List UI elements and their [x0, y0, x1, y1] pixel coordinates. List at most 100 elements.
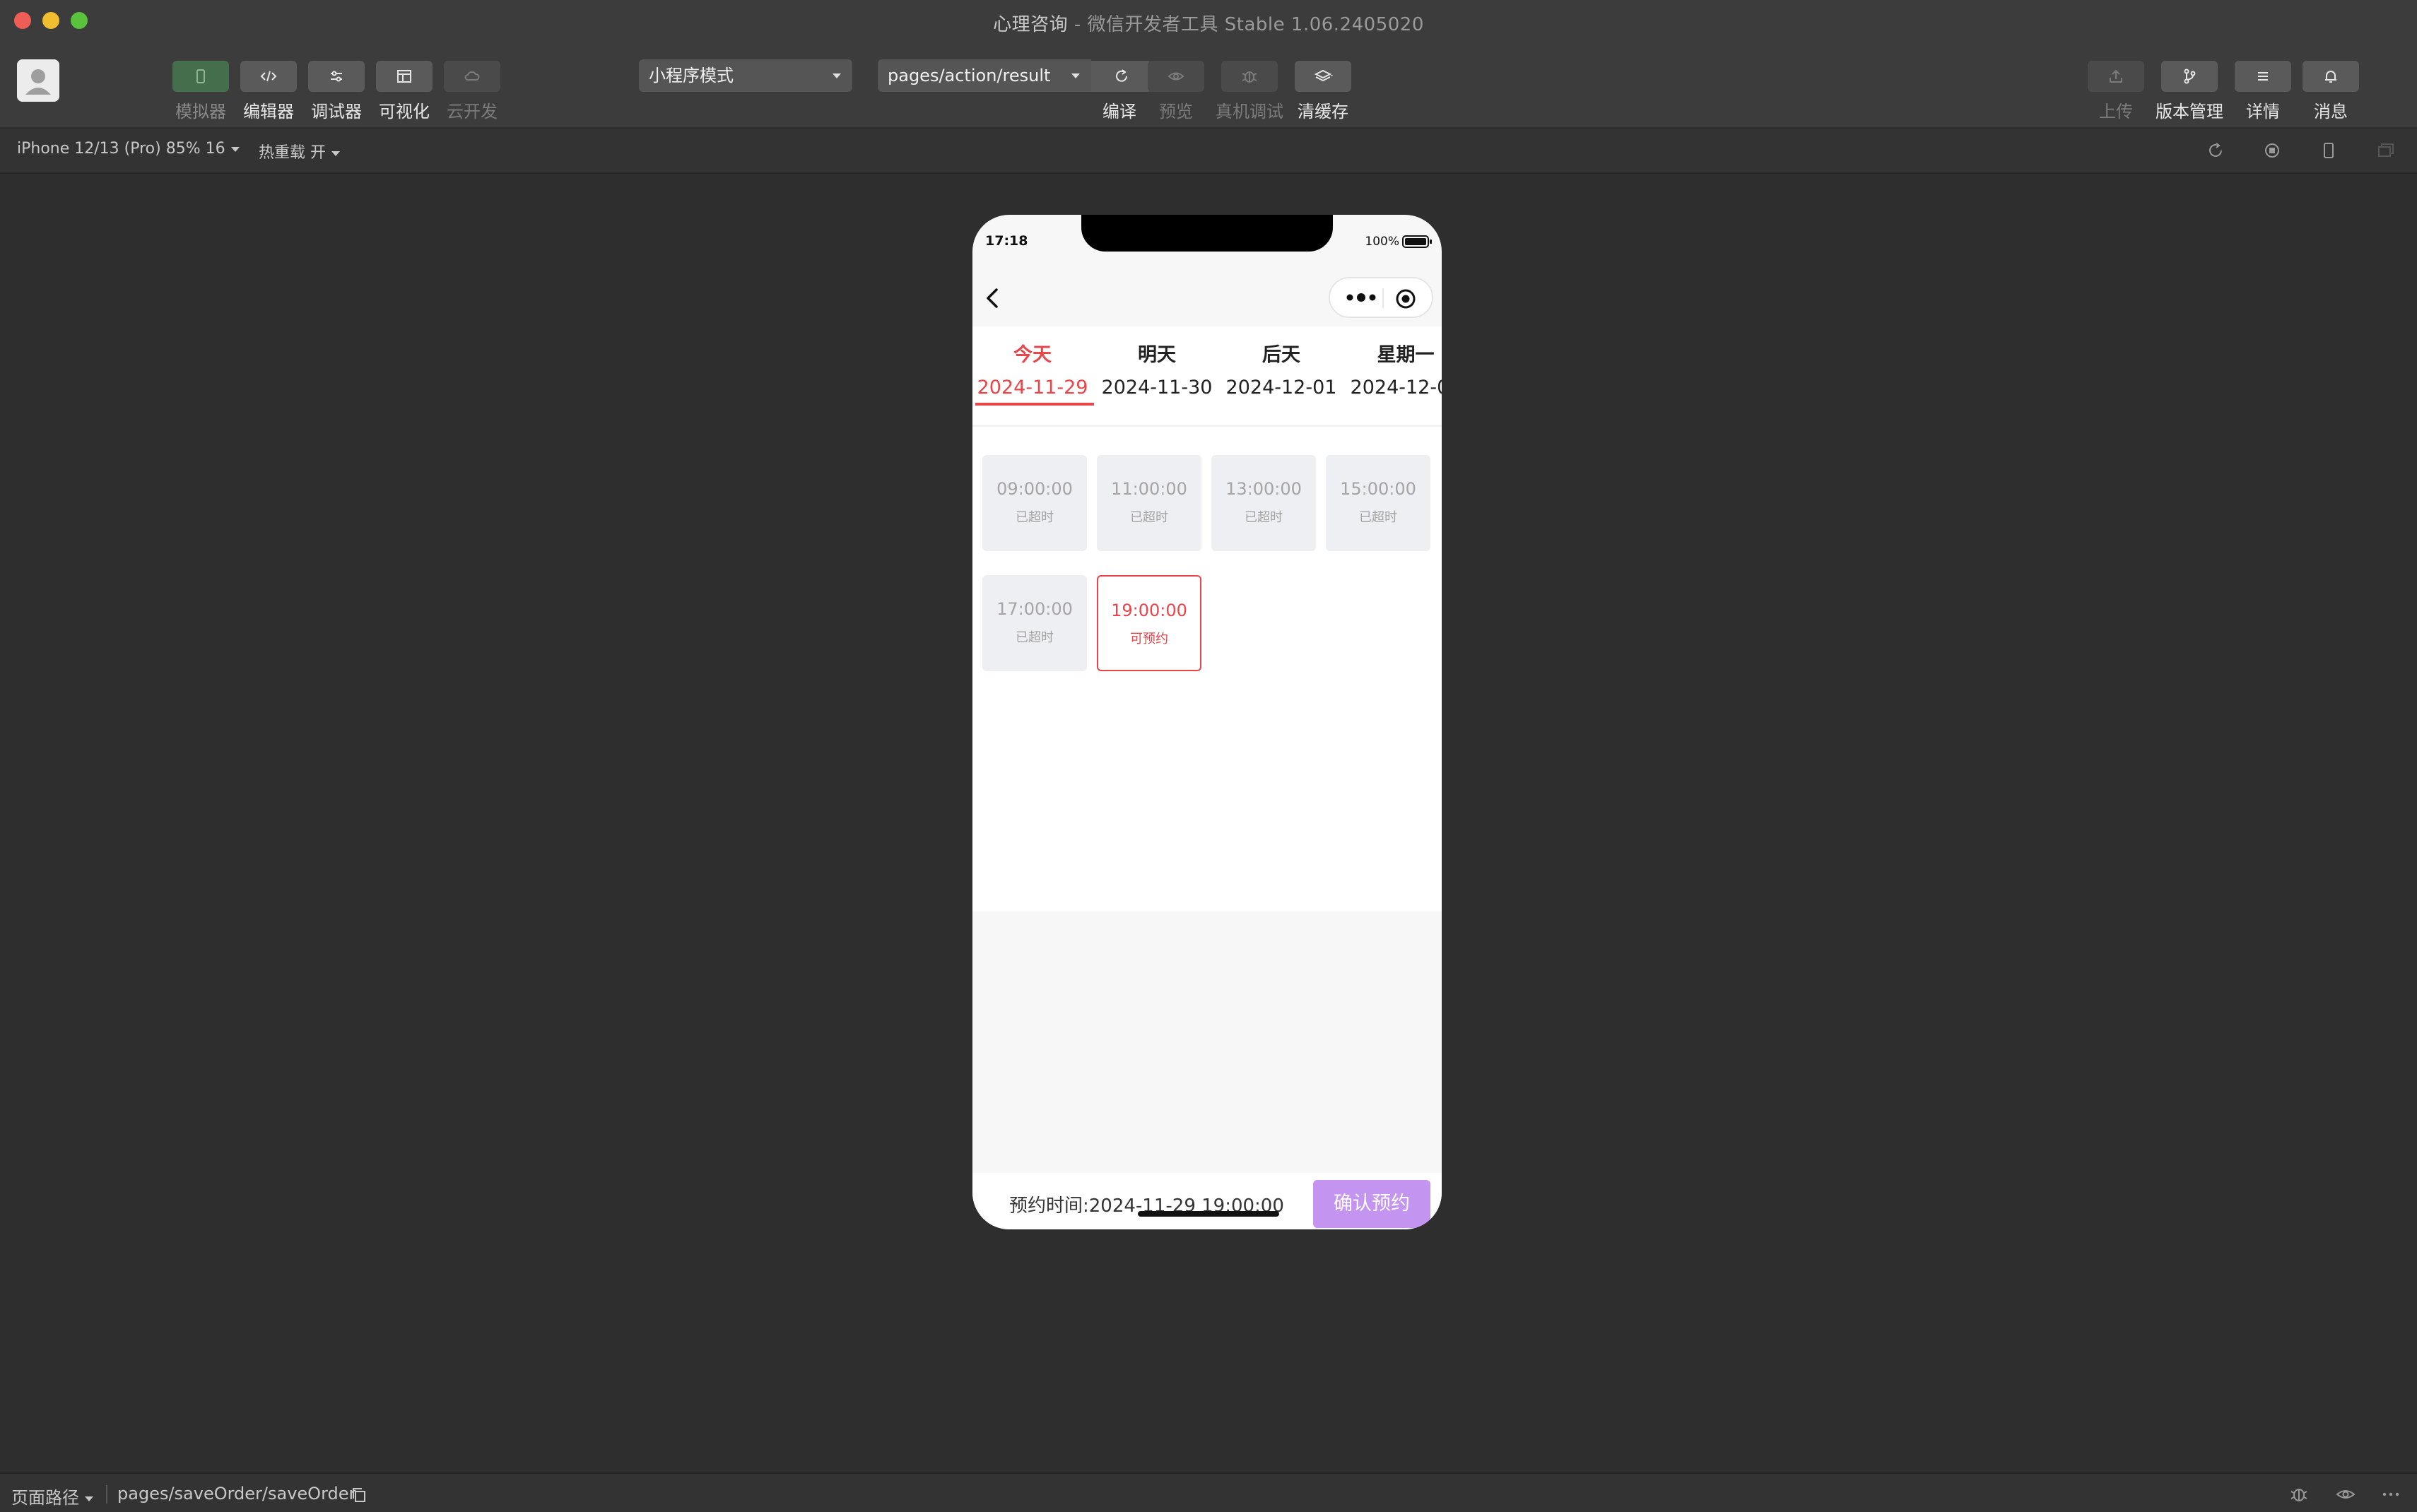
confirm-booking-button[interactable]: 确认预约 [1313, 1180, 1430, 1228]
bottom-statusbar: 页面路径 pages/saveOrder/saveOrder [0, 1472, 2417, 1512]
mode-select[interactable]: 小程序模式 [639, 59, 852, 92]
slot-state: 已超时 [1016, 510, 1054, 525]
visual-button-box [376, 61, 433, 92]
chevron-down-icon [1071, 73, 1080, 78]
cloud-dev-button-box [444, 61, 500, 92]
device-debug-button-box [1221, 61, 1278, 92]
cloud-dev-label: 云开发 [447, 102, 498, 122]
date-tab-day-after[interactable]: 后天 2024-12-01 [1221, 339, 1341, 398]
device-frame-button[interactable] [2317, 138, 2341, 163]
compile-path-select[interactable]: pages/action/result [878, 59, 1091, 92]
editor-button[interactable]: 编辑器 [235, 61, 302, 122]
device-select-value: iPhone 12/13 (Pro) 85% 16 [17, 140, 225, 158]
chevron-down-icon [833, 73, 841, 78]
status-battery-text: 100% [1365, 235, 1399, 249]
active-tab-indicator [975, 403, 1094, 406]
capsule-divider [1382, 288, 1384, 308]
hot-reload-toggle[interactable]: 热重载 开 [259, 140, 340, 163]
stop-button[interactable] [2260, 138, 2284, 163]
more-dots-icon [2382, 1492, 2399, 1496]
phone-simulator: 17:18 100% 今天 2024-11-29 明天 2024-11-30 后… [972, 215, 1442, 1229]
time-slot-grid: 09:00:00 已超时 11:00:00 已超时 13:00:00 已超时 1… [972, 425, 1442, 911]
clear-cache-label: 清缓存 [1298, 102, 1348, 122]
time-slot[interactable]: 17:00:00 已超时 [982, 575, 1087, 671]
slot-state: 已超时 [1016, 630, 1054, 645]
clear-cache-button[interactable]: 清缓存 [1289, 61, 1357, 122]
date-tab-today[interactable]: 今天 2024-11-29 [972, 339, 1093, 398]
slot-time: 13:00:00 [1225, 479, 1302, 499]
preview-label: 预览 [1159, 102, 1193, 122]
window-titlebar: 心理咨询 - 微信开发者工具 Stable 1.06.2405020 [0, 0, 2417, 44]
date-tab-date: 2024-11-30 [1101, 377, 1213, 398]
visual-button[interactable]: 可视化 [370, 61, 438, 122]
date-tab-date: 2024-12-01 [1225, 377, 1337, 398]
mode-select-value: 小程序模式 [649, 66, 734, 85]
date-tab-tomorrow[interactable]: 明天 2024-11-30 [1097, 339, 1217, 398]
chevron-down-icon [230, 146, 240, 152]
avatar-icon [17, 59, 59, 102]
date-tabs: 今天 2024-11-29 明天 2024-11-30 后天 2024-12-0… [972, 326, 1442, 425]
upload-label: 上传 [2099, 102, 2133, 122]
menu-icon [2258, 72, 2268, 81]
time-slot[interactable]: 13:00:00 已超时 [1211, 455, 1316, 551]
debug-status-button[interactable] [2287, 1482, 2311, 1506]
detach-button[interactable] [2373, 138, 2397, 163]
date-tab-date: 2024-11-29 [977, 377, 1088, 398]
editor-label: 编辑器 [243, 102, 294, 122]
window-title-suffix: - 微信开发者工具 Stable 1.06.2405020 [1068, 14, 1424, 35]
layout-icon [397, 70, 411, 83]
time-slot[interactable]: 09:00:00 已超时 [982, 455, 1087, 551]
chevron-down-icon [331, 150, 340, 156]
home-indicator [1138, 1211, 1279, 1217]
time-slot[interactable]: 11:00:00 已超时 [1097, 455, 1201, 551]
back-arrow-icon[interactable] [982, 284, 1004, 312]
debugger-button[interactable]: 调试器 [302, 61, 370, 122]
layers-icon [1314, 69, 1333, 82]
user-avatar[interactable] [17, 59, 59, 102]
time-slot-selected[interactable]: 19:00:00 可预约 [1097, 575, 1201, 671]
simulator-button[interactable]: 模拟器 [167, 61, 235, 122]
preview-status-button[interactable] [2334, 1482, 2358, 1506]
window-title: 心理咨询 - 微信开发者工具 Stable 1.06.2405020 [0, 10, 2417, 36]
slot-state: 已超时 [1359, 510, 1397, 525]
phone-icon [196, 69, 205, 83]
copy-icon[interactable] [349, 1485, 369, 1505]
rotate-button[interactable] [2204, 138, 2228, 163]
date-tab-monday[interactable]: 星期一 2024-12-02 [1346, 339, 1442, 398]
phone-icon [2324, 143, 2334, 158]
page-path-dropdown[interactable]: 页面路径 [11, 1484, 93, 1508]
device-debug-button[interactable]: 真机调试 [1216, 61, 1283, 122]
details-label: 详情 [2246, 102, 2280, 122]
battery-icon [1402, 235, 1432, 248]
rotate-icon [2209, 143, 2222, 157]
upload-button[interactable]: 上传 [2082, 61, 2150, 122]
page-path-value: pages/saveOrder/saveOrder [117, 1484, 356, 1504]
time-slot[interactable]: 15:00:00 已超时 [1326, 455, 1430, 551]
cloud-icon [464, 71, 480, 81]
version-control-button[interactable]: 版本管理 [2156, 61, 2223, 122]
window-title-app: 心理咨询 [993, 14, 1069, 35]
messages-button[interactable]: 消息 [2297, 61, 2365, 122]
details-button[interactable]: 详情 [2229, 61, 2297, 122]
simulator-button-box [172, 61, 229, 92]
phone-notch [1081, 215, 1333, 252]
close-miniprogram-icon[interactable] [1394, 287, 1418, 311]
statusbar-divider [106, 1485, 107, 1504]
miniprogram-capsule [1329, 277, 1433, 318]
slot-time: 11:00:00 [1111, 479, 1187, 499]
chevron-down-icon [85, 1496, 93, 1501]
cloud-dev-button[interactable]: 云开发 [438, 61, 506, 122]
hot-reload-value: 热重载 开 [259, 144, 326, 162]
device-select[interactable]: iPhone 12/13 (Pro) 85% 16 [17, 140, 240, 158]
more-dots-icon[interactable] [1344, 290, 1381, 305]
bell-icon [2325, 71, 2336, 83]
sliders-icon [331, 71, 342, 82]
preview-button[interactable]: 预览 [1142, 61, 1210, 122]
bug-icon [2290, 1489, 2307, 1501]
slot-time: 17:00:00 [996, 599, 1073, 619]
slot-time: 09:00:00 [996, 479, 1073, 499]
eye-icon [2336, 1490, 2356, 1499]
more-options-button[interactable] [2379, 1482, 2403, 1506]
eye-icon [1168, 72, 1184, 81]
simulator-label: 模拟器 [175, 102, 226, 122]
